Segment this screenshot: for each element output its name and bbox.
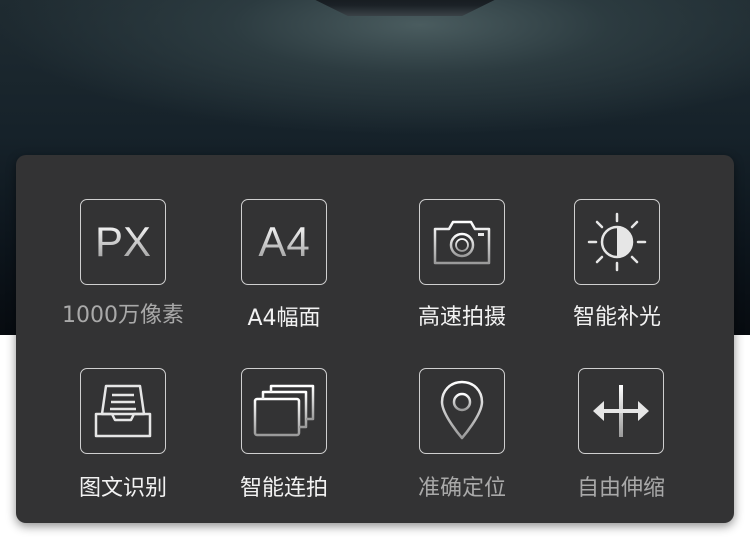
location-pin-icon bbox=[419, 368, 505, 454]
feature-panel: PX 1000万像素 A4 A4幅面 高速拍摄 智能补光 图文识别 智能连拍 准… bbox=[16, 155, 734, 523]
camera-icon bbox=[419, 199, 505, 285]
scanner-device-image bbox=[275, 0, 535, 16]
feature-label-stretch: 自由伸缩 bbox=[576, 476, 665, 501]
feature-label-speed: 高速拍摄 bbox=[417, 305, 506, 330]
feature-label-light: 智能补光 bbox=[572, 305, 661, 330]
stacked-photos-icon bbox=[241, 368, 327, 454]
feature-label-a4: A4幅面 bbox=[247, 306, 321, 331]
a4-icon-text: A4 bbox=[258, 218, 310, 265]
stretch-arrows-icon bbox=[578, 368, 664, 454]
feature-label-locate: 准确定位 bbox=[417, 476, 506, 501]
brightness-icon bbox=[574, 199, 660, 285]
document-tray-icon bbox=[80, 368, 166, 454]
feature-label-ocr: 图文识别 bbox=[78, 476, 167, 501]
px-icon-text: PX bbox=[94, 218, 152, 265]
feature-label-resolution: 1000万像素 bbox=[62, 303, 184, 328]
a4-icon: A4 bbox=[241, 199, 327, 285]
feature-label-burst: 智能连拍 bbox=[239, 476, 328, 501]
px-icon: PX bbox=[80, 199, 166, 285]
